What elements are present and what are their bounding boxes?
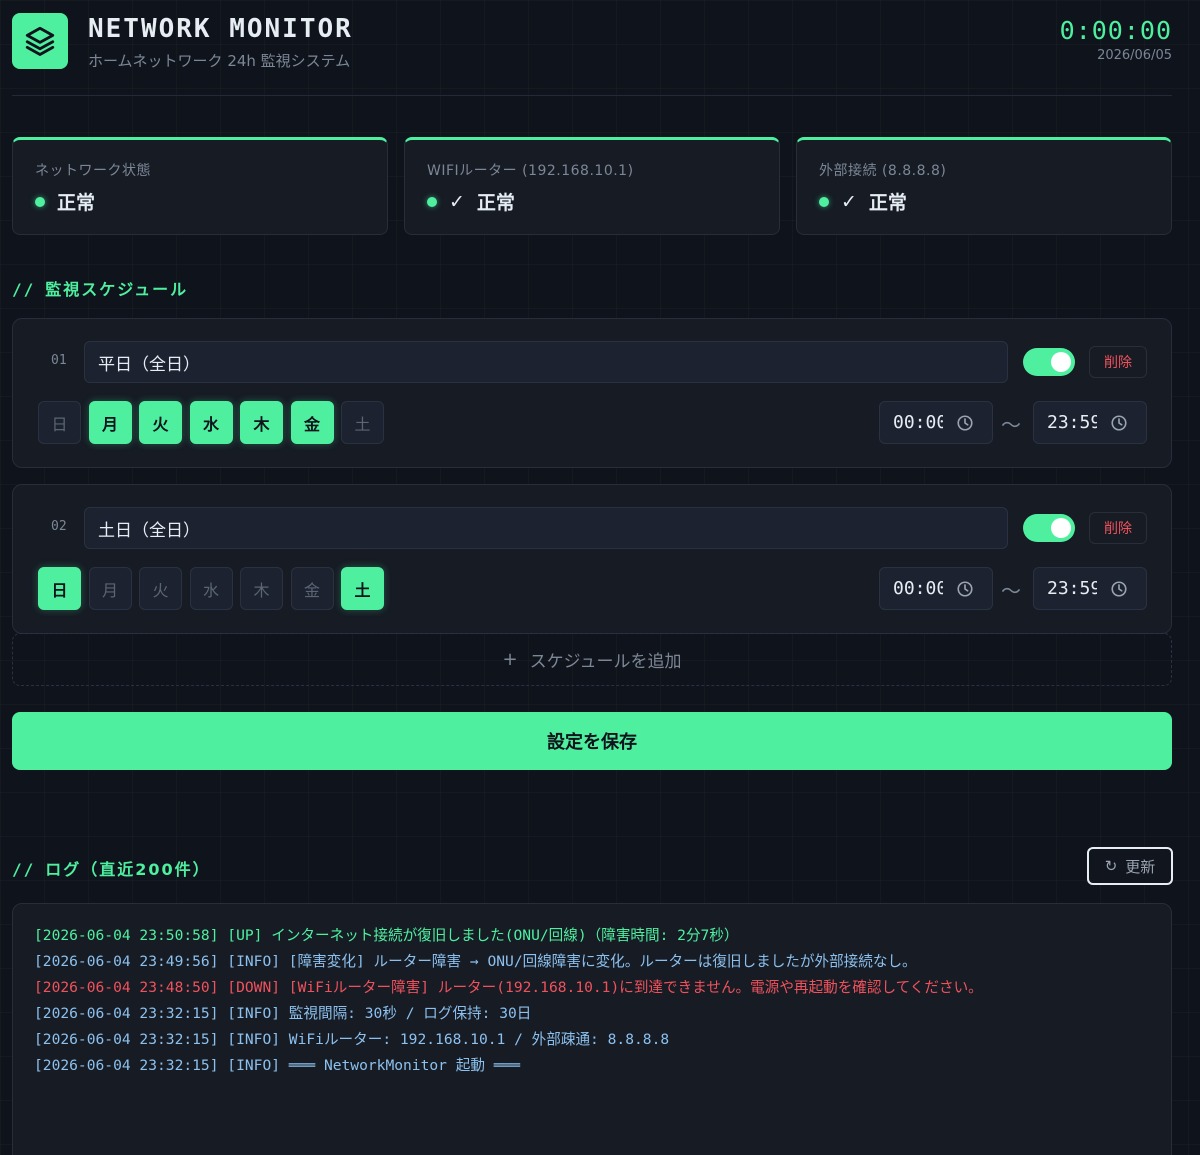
log-line: [2026-06-04 23:50:58] [UP] インターネット接続が復旧し…: [34, 927, 739, 944]
day-selector: 日 月 火 水 木 金 土: [38, 567, 392, 610]
schedule-number: 02: [51, 519, 67, 534]
status-text: 正常: [57, 192, 96, 214]
time-range-separator: 〜: [1001, 413, 1021, 437]
log-line: [2026-06-04 23:48:50] [DOWN] [WiFiルーター障害…: [34, 978, 983, 996]
day-toggle-fri[interactable]: 金: [290, 401, 334, 444]
clock: 0:00:00: [1059, 16, 1172, 45]
day-toggle-tue[interactable]: 火: [139, 567, 182, 610]
add-schedule-button[interactable]: + スケジュールを追加: [12, 633, 1172, 686]
status-dot-icon: [819, 196, 829, 207]
status-dot-icon: [35, 196, 45, 207]
schedule-name-input[interactable]: 平日（全日）: [84, 341, 1008, 383]
card-label: WIFIルーター (192.168.10.1): [427, 163, 634, 179]
day-toggle-thu[interactable]: 木: [240, 567, 283, 610]
status-card-network: ネットワーク状態 正常: [12, 137, 388, 235]
end-time-value: 23:59: [1047, 412, 1097, 433]
schedule-number: 01: [51, 353, 67, 368]
day-toggle-wed[interactable]: 水: [189, 401, 233, 444]
log-line: [2026-06-04 23:49:56] [INFO] [障害変化] ルーター…: [34, 952, 917, 970]
card-status: ✓ 正常: [427, 188, 757, 215]
status-card-wifi-router: WIFIルーター (192.168.10.1) ✓ 正常: [404, 137, 780, 235]
app-title: NETWORK MONITOR: [88, 14, 353, 44]
end-time-input[interactable]: 23:59: [1033, 567, 1147, 610]
check-icon: ✓: [841, 190, 857, 213]
check-icon: ✓: [449, 190, 465, 213]
status-text: 正常: [868, 192, 907, 214]
day-toggle-sun[interactable]: 日: [38, 401, 81, 444]
status-text: 正常: [476, 192, 515, 214]
date: 2026/06/05: [1097, 48, 1172, 63]
day-toggle-mon[interactable]: 月: [88, 401, 132, 444]
start-time-input[interactable]: 00:00: [879, 401, 993, 444]
app-subtitle: ホームネットワーク 24h 監視システム: [88, 52, 351, 70]
day-toggle-wed[interactable]: 水: [189, 567, 233, 610]
day-toggle-thu[interactable]: 木: [240, 401, 283, 444]
card-status: ✓ 正常: [819, 188, 1149, 215]
clock-icon: [957, 415, 973, 431]
log-line: [2026-06-04 23:32:15] [INFO] 監視間隔: 30秒 /…: [34, 1004, 532, 1022]
start-time-value: 00:00: [893, 412, 943, 433]
app-header: NETWORK MONITOR ホームネットワーク 24h 監視システム 0:0…: [12, 12, 1172, 96]
card-label: 外部接続 (8.8.8.8): [819, 163, 947, 179]
schedule-row: 02 土日（全日） 削除 日 月 火 水 木 金 土 00:00 〜 23:59: [12, 484, 1172, 634]
start-time-input[interactable]: 00:00: [879, 567, 993, 610]
time-range-separator: 〜: [1001, 579, 1021, 603]
clock-icon: [957, 581, 973, 597]
refresh-button[interactable]: ↻ 更新: [1087, 847, 1173, 885]
log-line: [2026-06-04 23:32:15] [INFO] WiFiルーター: 1…: [34, 1030, 670, 1048]
delete-button[interactable]: 削除: [1089, 346, 1147, 378]
status-card-external: 外部接続 (8.8.8.8) ✓ 正常: [796, 137, 1172, 235]
status-dot-icon: [427, 196, 437, 207]
day-toggle-fri[interactable]: 金: [290, 567, 334, 610]
toggle-knob: [1051, 518, 1071, 538]
card-status: 正常: [35, 188, 365, 215]
schedule-enabled-toggle[interactable]: [1023, 514, 1075, 542]
day-toggle-sun[interactable]: 日: [38, 567, 81, 610]
add-schedule-label: スケジュールを追加: [529, 652, 682, 672]
card-label: ネットワーク状態: [35, 163, 151, 179]
refresh-icon: ↻: [1104, 857, 1118, 875]
clock-icon: [1111, 415, 1127, 431]
log-line: [2026-06-04 23:32:15] [INFO] ═══ Network…: [34, 1056, 521, 1074]
end-time-input[interactable]: 23:59: [1033, 401, 1147, 444]
schedule-name-input[interactable]: 土日（全日）: [84, 507, 1008, 549]
day-toggle-sat[interactable]: 土: [341, 567, 384, 610]
schedule-section-title: //監視スケジュール: [12, 280, 189, 299]
schedule-row: 01 平日（全日） 削除 日 月 火 水 木 金 土 00:00 〜 23:59: [12, 318, 1172, 468]
delete-button[interactable]: 削除: [1089, 512, 1147, 544]
day-toggle-sat[interactable]: 土: [341, 401, 384, 444]
toggle-knob: [1051, 352, 1071, 372]
schedule-enabled-toggle[interactable]: [1023, 348, 1075, 376]
clock-icon: [1111, 581, 1127, 597]
day-toggle-mon[interactable]: 月: [88, 567, 132, 610]
day-toggle-tue[interactable]: 火: [139, 401, 182, 444]
end-time-value: 23:59: [1047, 578, 1097, 599]
log-section-title: //ログ（直近200件）: [12, 860, 211, 879]
refresh-label: 更新: [1125, 857, 1156, 876]
start-time-value: 00:00: [893, 578, 943, 599]
log-panel[interactable]: [2026-06-04 23:50:58] [UP] インターネット接続が復旧し…: [12, 903, 1172, 1155]
save-settings-button[interactable]: 設定を保存: [12, 712, 1172, 770]
day-selector: 日 月 火 水 木 金 土: [38, 401, 392, 444]
layers-icon: [12, 13, 68, 69]
plus-icon: +: [502, 649, 518, 670]
